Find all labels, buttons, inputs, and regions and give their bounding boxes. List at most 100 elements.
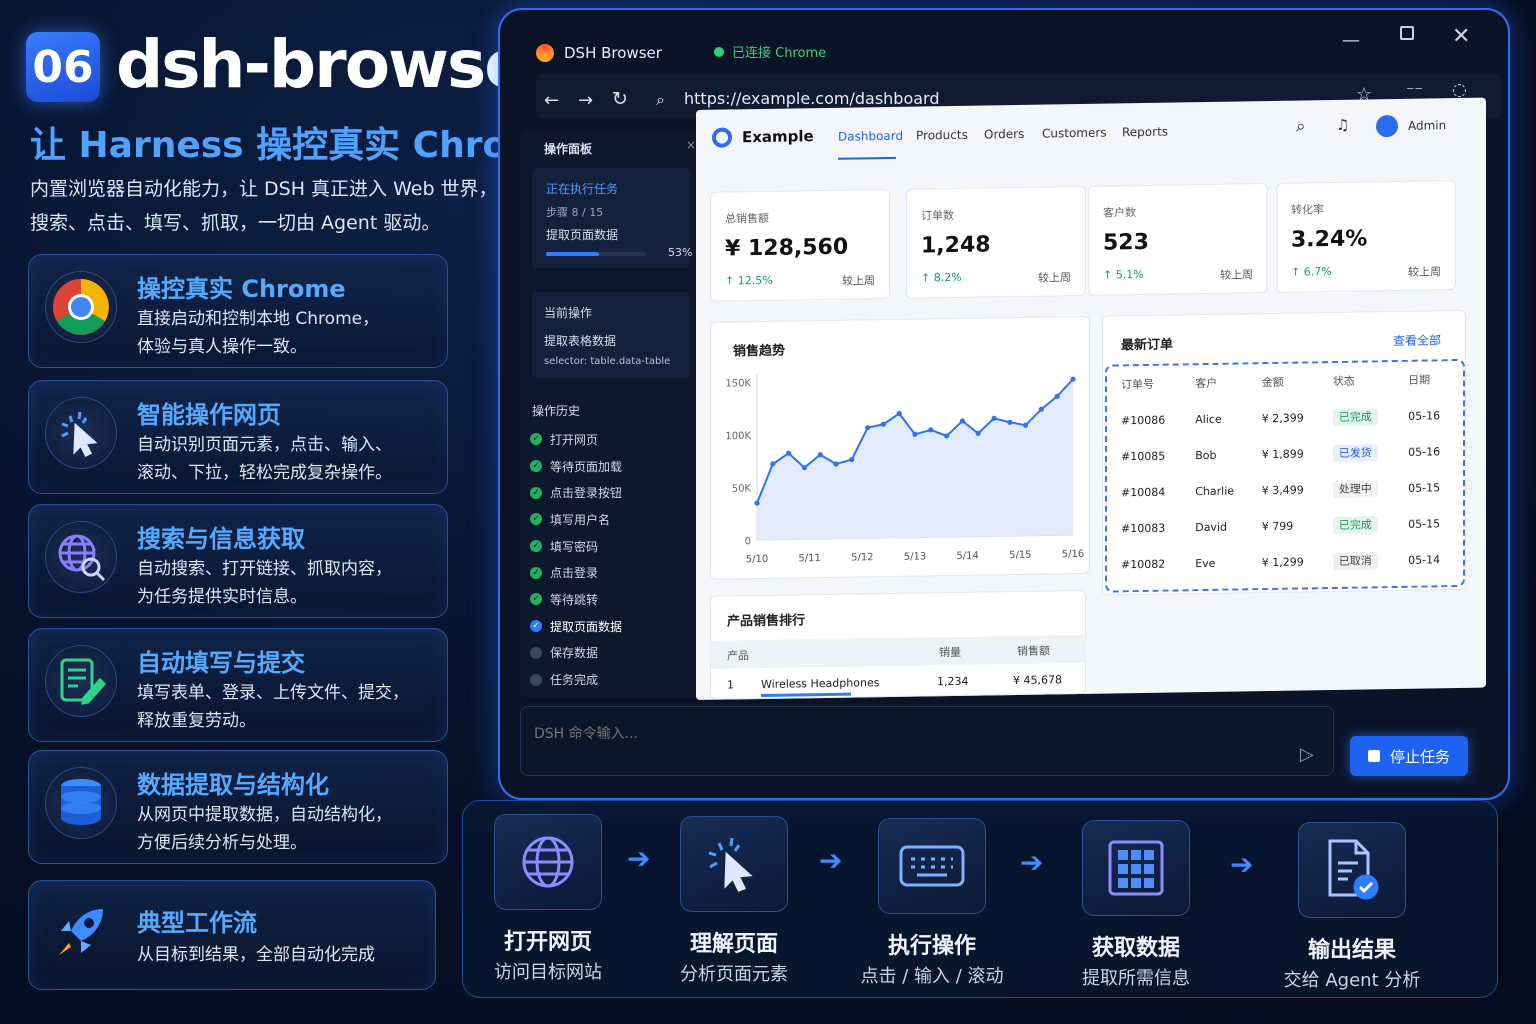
table-cell: #10085 xyxy=(1121,449,1166,463)
table-row[interactable]: #10086 Alice ¥ 2,399 已完成 05-16 xyxy=(1113,397,1457,438)
feature-card-smart-ops: 智能操作网页 自动识别页面元素，点击、输入、 滚动、下拉，轻松完成复杂操作。 xyxy=(28,380,448,494)
cursor-click-icon xyxy=(45,397,117,469)
feature-title: 智能操作网页 xyxy=(137,401,281,429)
history-item: ✓ 等待页面加载 xyxy=(530,453,622,480)
table-cell: #10084 xyxy=(1121,485,1166,499)
feature-title: 自动填写与提交 xyxy=(137,649,305,677)
chart-title: 销售趋势 xyxy=(733,343,786,360)
pending-icon xyxy=(530,646,542,659)
browser-logo-icon xyxy=(536,44,554,62)
table-row[interactable]: #10084 Charlie ¥ 3,499 处理中 05-15 xyxy=(1113,469,1457,510)
task-title: 正在执行任务 xyxy=(546,182,619,196)
history-item: ✓ 点击登录按钮 xyxy=(530,479,622,506)
avatar[interactable] xyxy=(1376,114,1398,138)
table-row[interactable]: #10085 Bob ¥ 1,899 已发货 05-16 xyxy=(1113,433,1457,474)
history-item: ✓ 打开网页 xyxy=(530,426,622,453)
history-item: ✓ 填写密码 xyxy=(530,533,622,560)
ranking-product[interactable]: Wireless Headphones xyxy=(761,676,879,691)
history-item: 任务完成 xyxy=(530,666,622,693)
table-cell: 已完成 xyxy=(1325,506,1400,543)
panel-close-icon[interactable]: × xyxy=(686,138,696,152)
x-tick-label: 5/16 xyxy=(1062,549,1084,560)
browser-tab[interactable]: DSH Browser xyxy=(536,38,736,68)
current-selector: selector: table.data-table xyxy=(544,356,671,367)
orders-column-header[interactable]: 客户 xyxy=(1187,364,1254,401)
bell-icon[interactable]: ♫ xyxy=(1336,116,1349,134)
back-icon[interactable]: ← xyxy=(544,90,559,111)
brand-logo-icon xyxy=(712,127,732,148)
feature-card-search: 搜索与信息获取 自动搜索、打开链接、抓取内容， 为任务提供实时信息。 xyxy=(28,504,448,618)
search-icon[interactable]: ⌕ xyxy=(1296,116,1306,136)
workflow-step-subtitle: 点击 / 输入 / 滚动 xyxy=(860,966,1004,987)
browser-window: DSH Browser 已连接 Chrome — ✕ ← → ↻ ⌕ ☆ ⁻⁻ … xyxy=(498,8,1510,800)
ranking-bar xyxy=(761,692,851,697)
brand[interactable]: Example xyxy=(712,126,814,148)
check-icon: ✓ xyxy=(530,566,542,579)
history-label: 提取页面数据 xyxy=(550,619,623,634)
table-row[interactable]: #10083 David ¥ 799 已完成 05-15 xyxy=(1113,505,1457,546)
orders-column-header[interactable]: 订单号 xyxy=(1113,365,1187,402)
table-row[interactable]: #10082 Eve ¥ 1,299 已取消 05-14 xyxy=(1113,541,1457,582)
page-subtitle: 让 Harness 操控真实 Chrome xyxy=(30,125,570,166)
nav-reports[interactable]: Reports xyxy=(1122,125,1168,140)
x-tick-label: 5/15 xyxy=(1009,550,1031,561)
y-tick-label: 100K xyxy=(725,431,751,442)
progress-fill xyxy=(546,252,599,256)
database-icon xyxy=(45,767,117,839)
table-cell: Charlie xyxy=(1195,484,1235,498)
command-input[interactable] xyxy=(534,722,1234,746)
table-cell: ¥ 1,899 xyxy=(1261,446,1304,461)
forward-icon[interactable]: → xyxy=(578,90,593,111)
stop-task-button[interactable]: 停止任务 xyxy=(1350,736,1468,776)
reload-icon[interactable]: ↻ xyxy=(612,88,628,110)
status-badge: 已完成 xyxy=(1332,408,1378,426)
kpi-compare: 较上周 xyxy=(1408,265,1441,279)
task-step: 步骤 8 / 15 xyxy=(546,206,604,219)
orders-column-header[interactable]: 状态 xyxy=(1325,362,1400,399)
history-label: 保存数据 xyxy=(550,646,599,661)
data-point xyxy=(1070,376,1076,382)
table-cell: 05-15 xyxy=(1408,516,1441,531)
ranking-rank: 1 xyxy=(727,678,734,692)
kpi-card: 转化率 3.24% ↑ 6.7% 较上周 xyxy=(1276,180,1456,293)
user-name[interactable]: Admin xyxy=(1408,118,1446,133)
kpi-compare: 较上周 xyxy=(1220,268,1253,282)
rocket-icon xyxy=(45,897,117,969)
feature-desc: 自动搜索、打开链接、抓取内容， 为任务提供实时信息。 xyxy=(137,559,392,607)
nav-orders[interactable]: Orders xyxy=(984,127,1024,142)
close-window-icon[interactable]: ✕ xyxy=(1452,24,1470,49)
check-icon: ✓ xyxy=(530,460,542,473)
table-cell: ¥ 799 xyxy=(1261,519,1294,533)
globe-icon xyxy=(494,814,602,910)
workflow-step-title: 执行操作 xyxy=(887,934,976,959)
history-label: 填写用户名 xyxy=(550,512,611,527)
table-cell: 已完成 xyxy=(1325,398,1400,435)
progress-track xyxy=(546,252,646,256)
nav-customers[interactable]: Customers xyxy=(1042,126,1107,141)
table-cell: Bob xyxy=(1195,448,1217,462)
feature-desc: 从网页中提取数据，自动结构化， 方便后续分析与处理。 xyxy=(137,805,392,853)
maximize-icon[interactable] xyxy=(1400,26,1414,40)
table-cell: ¥ 2,399 xyxy=(1261,410,1304,425)
view-all-link[interactable]: 查看全部 xyxy=(1393,331,1441,349)
table-cell: Alice xyxy=(1195,412,1222,426)
kpi-value: 3.24% xyxy=(1291,226,1368,253)
workflow-step-title: 获取数据 xyxy=(1091,936,1180,961)
minimize-icon[interactable]: — xyxy=(1342,30,1360,51)
history-label: 点击登录 xyxy=(550,566,599,581)
orders-column-header[interactable]: 日期 xyxy=(1400,361,1457,398)
history-label: 任务完成 xyxy=(550,673,599,688)
nav-products[interactable]: Products xyxy=(916,128,968,143)
progress-label: 53% xyxy=(668,246,693,259)
history-list: ✓ 打开网页 ✓ 等待页面加载 ✓ 点击登录按钮 ✓ 填写用户名 ✓ 填写密码 ✓ 点击登录 ✓ 等待跳转… xyxy=(530,426,622,693)
nav-dashboard[interactable]: Dashboard xyxy=(838,129,903,144)
workflow-step-subtitle: 访问目标网站 xyxy=(494,962,602,983)
keyboard-icon xyxy=(878,818,986,914)
orders-column-header[interactable]: 金额 xyxy=(1254,363,1325,400)
workflow-step-title: 理解页面 xyxy=(689,932,778,957)
arrow-right-icon: ➔ xyxy=(627,842,651,875)
status-badge: 处理中 xyxy=(1332,480,1378,498)
send-icon[interactable]: ▷ xyxy=(1300,744,1314,765)
kpi-growth: ↑ 8.2% xyxy=(921,270,962,285)
arrow-right-icon: ➔ xyxy=(1020,846,1044,879)
